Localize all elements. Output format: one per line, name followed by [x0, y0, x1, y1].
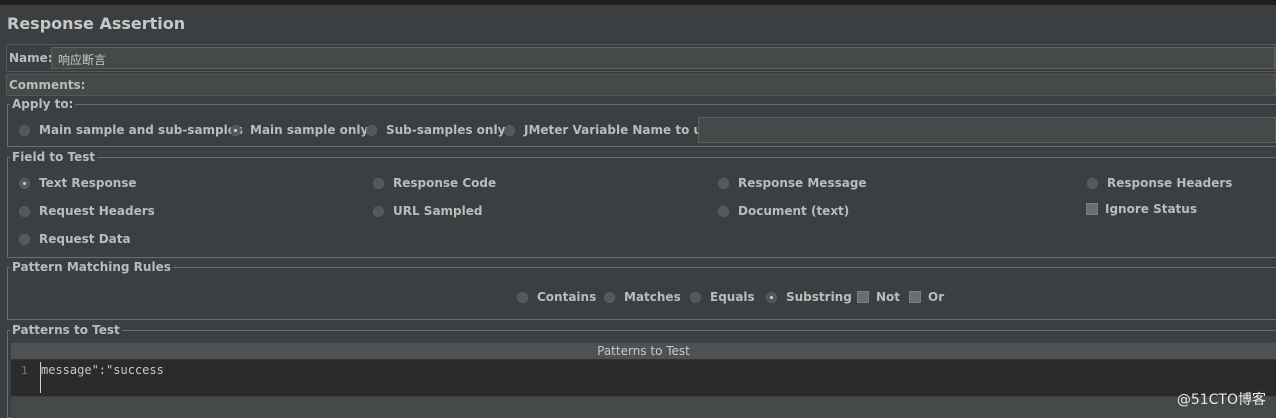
patterns-table: Patterns to Test 1 message":"success	[11, 343, 1276, 396]
radio-icon	[366, 124, 377, 136]
field-request-data-radio[interactable]: Request Data	[19, 232, 131, 246]
field-request-headers-radio[interactable]: Request Headers	[19, 204, 155, 218]
field-option-label: URL Sampled	[393, 204, 483, 218]
radio-icon	[373, 205, 384, 217]
field-option-label: Response Code	[393, 176, 497, 190]
rule-option-label: Matches	[624, 290, 681, 304]
watermark-text: @51CTO博客	[1176, 392, 1266, 408]
rule-or-checkbox[interactable]: Or	[909, 290, 944, 304]
checkbox-icon	[857, 291, 869, 303]
patterns-bottom-area	[11, 397, 1276, 418]
ignore-status-label: Ignore Status	[1105, 202, 1197, 216]
field-to-test-legend: Field to Test	[12, 150, 96, 164]
rule-equals-radio[interactable]: Equals	[690, 290, 755, 304]
or-label: Or	[928, 290, 945, 304]
line-number: 1	[21, 364, 28, 377]
radio-icon	[1087, 177, 1098, 189]
rule-not-checkbox[interactable]: Not	[857, 290, 900, 304]
radio-selected-icon	[766, 291, 777, 303]
patterns-to-test-legend: Patterns to Test	[12, 323, 120, 337]
panel-title: Response Assertion	[7, 14, 186, 33]
radio-icon	[604, 291, 615, 303]
rule-option-label: Substring	[786, 290, 852, 304]
radio-icon	[19, 124, 30, 136]
field-response-headers-radio[interactable]: Response Headers	[1087, 176, 1232, 190]
pattern-rules-legend: Pattern Matching Rules	[12, 260, 171, 274]
rule-substring-radio[interactable]: Substring	[766, 290, 852, 304]
patterns-column-header: Patterns to Test	[11, 343, 1276, 360]
radio-icon	[517, 291, 528, 303]
field-response-message-radio[interactable]: Response Message	[718, 176, 867, 190]
radio-icon	[718, 205, 729, 217]
apply-option-label: Main sample and sub-samples	[39, 123, 244, 137]
field-option-label: Request Headers	[39, 204, 155, 218]
radio-icon	[718, 177, 729, 189]
field-response-code-radio[interactable]: Response Code	[373, 176, 496, 190]
window-top-bar	[0, 0, 1276, 5]
apply-option-label: JMeter Variable Name to use	[524, 123, 718, 137]
rule-matches-radio[interactable]: Matches	[604, 290, 681, 304]
apply-main-only-radio[interactable]: Main sample only	[230, 123, 368, 137]
field-option-label: Response Message	[738, 176, 867, 190]
radio-icon	[19, 205, 30, 217]
ignore-status-checkbox[interactable]: Ignore Status	[1086, 202, 1197, 216]
checkbox-icon	[1086, 203, 1098, 215]
comments-label: Comments:	[9, 78, 86, 92]
name-label: Name:	[9, 51, 53, 65]
apply-to-legend: Apply to:	[12, 97, 74, 111]
apply-option-label: Main sample only	[250, 123, 369, 137]
radio-icon	[504, 124, 515, 136]
field-option-label: Text Response	[39, 176, 137, 190]
name-input[interactable]: 响应断言	[51, 47, 1275, 69]
pattern-line-text[interactable]: message":"success	[41, 363, 164, 377]
apply-option-label: Sub-samples only	[386, 123, 506, 137]
apply-jmeter-variable-radio[interactable]: JMeter Variable Name to use	[504, 123, 717, 137]
name-row: Name: 响应断言	[6, 44, 1276, 72]
radio-icon	[19, 233, 30, 245]
jmeter-variable-input[interactable]	[698, 117, 1276, 143]
radio-icon	[690, 291, 701, 303]
apply-main-and-sub-radio[interactable]: Main sample and sub-samples	[19, 123, 243, 137]
radio-selected-icon	[230, 124, 241, 136]
rule-option-label: Equals	[710, 290, 755, 304]
rule-option-label: Contains	[537, 290, 597, 304]
apply-sub-only-radio[interactable]: Sub-samples only	[366, 123, 505, 137]
not-label: Not	[876, 290, 901, 304]
radio-selected-icon	[19, 177, 30, 189]
field-text-response-radio[interactable]: Text Response	[19, 176, 137, 190]
field-option-label: Request Data	[39, 232, 131, 246]
comments-input[interactable]: Comments:	[6, 74, 1276, 96]
pattern-editor[interactable]: 1 message":"success	[11, 360, 1276, 396]
rule-contains-radio[interactable]: Contains	[517, 290, 596, 304]
checkbox-icon	[909, 291, 921, 303]
field-document-text-radio[interactable]: Document (text)	[718, 204, 849, 218]
field-url-sampled-radio[interactable]: URL Sampled	[373, 204, 482, 218]
field-option-label: Response Headers	[1107, 176, 1233, 190]
field-option-label: Document (text)	[738, 204, 850, 218]
radio-icon	[373, 177, 384, 189]
